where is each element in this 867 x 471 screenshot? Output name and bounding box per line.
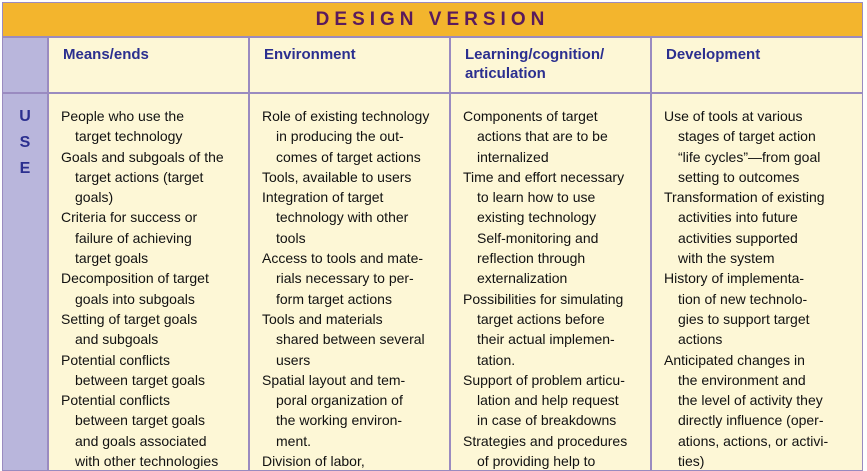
cell-text-line: rials necessary to per-	[276, 270, 414, 287]
column-header-environment: Environment	[249, 37, 450, 93]
cell-text-line: existing technology	[477, 209, 597, 226]
cell-text-line: target technology	[75, 128, 183, 145]
cell-learning: Components of target actions that are to …	[450, 93, 651, 471]
column-header-development: Development	[651, 37, 863, 93]
cell-text-line: ment.	[276, 432, 312, 449]
cell-text-line: to learn how to use	[477, 189, 596, 206]
table-title-bar: DESIGN VERSION	[2, 2, 863, 37]
corner-cell	[2, 37, 48, 93]
column-heading-line: Means/ends	[63, 46, 149, 63]
cell-text-line: actions that are to be	[477, 128, 608, 145]
column-heading-line: Learning/cognition/	[465, 46, 605, 63]
column-header-learning: Learning/cognition/ articulation	[450, 37, 651, 93]
column-header-means-ends: Means/ends	[48, 37, 249, 93]
cell-text-line: in case of breakdowns	[477, 412, 617, 429]
cell-text-line: shared between several	[276, 331, 425, 348]
cell-development: Use of tools at various stages of target …	[651, 93, 863, 471]
cell-text-line: Tools and materials	[262, 310, 383, 327]
cell-text-line: with the system	[678, 250, 775, 267]
cell-text-line: Decomposition of target	[61, 270, 209, 287]
cell-text-line: target actions before	[477, 310, 605, 327]
row-label-letter: S	[19, 134, 31, 151]
cell-text-line: Integration of target	[262, 189, 384, 206]
cell-text-line: gies to support target	[678, 310, 810, 327]
cell-text-line: the environment and	[678, 371, 806, 388]
column-heading-line: Development	[666, 46, 761, 63]
column-heading-line: articulation	[465, 65, 546, 82]
cell-text-line: “life cycles”—from goal	[678, 148, 821, 165]
cell-text-line: Possibilities for simulating	[463, 290, 624, 307]
cell-text-line: in producing the out-	[276, 128, 404, 145]
row-label-cell: U S E	[2, 93, 48, 471]
cell-text-line: form target actions	[276, 290, 392, 307]
cell-text-line: Role of existing technology	[262, 108, 430, 124]
cell-text-line: Tools, available to users	[262, 168, 412, 185]
cell-text-line: Anticipated changes in	[664, 351, 805, 368]
cell-text-line: actions	[678, 331, 723, 348]
cell-text-line: target goals	[75, 250, 149, 267]
cell-text-line: Setting of target goals	[61, 310, 198, 327]
cell-text-line: internalized	[477, 148, 549, 165]
cell-text-line: goals into subgoals	[75, 290, 195, 307]
cell-text-line: History of implementa-	[664, 270, 805, 287]
cell-text-line: setting to outcomes	[678, 168, 800, 185]
cell-text-line: Potential conflicts	[61, 392, 170, 409]
cell-text-line: ties)	[678, 453, 705, 470]
cell-text-line: activities supported	[678, 229, 798, 246]
cell-means-ends: People who use the target technology Goals…	[48, 93, 249, 471]
cell-text-line: and subgoals	[75, 331, 159, 348]
cell-text-line: tation.	[477, 351, 516, 368]
cell-text-line: Support of problem articu-	[463, 371, 625, 388]
cell-text-line: externalization	[477, 270, 568, 287]
cell-text-line: Goals and subgoals of the	[61, 148, 224, 165]
cell-text-line: tools	[276, 229, 306, 246]
cell-text-line: failure of achieving	[75, 229, 192, 246]
cell-text-line: comes of target actions	[276, 148, 421, 165]
cell-text-line: goals)	[75, 189, 114, 206]
cell-text-line: Access to tools and mate-	[262, 250, 424, 267]
design-version-table: DESIGN VERSION U S E Means/ends Environm…	[0, 0, 867, 471]
cell-text-line: Strategies and procedures	[463, 432, 628, 449]
cell-text-line: activities into future	[678, 209, 798, 226]
row-label-letter: U	[19, 108, 31, 125]
cell-text-line: between target goals	[75, 412, 205, 429]
cell-text-line: Transformation of existing	[664, 189, 825, 206]
cell-text-line: and goals associated	[75, 432, 207, 449]
cell-text-line: users	[276, 351, 311, 368]
cell-text-line: their actual implemen-	[477, 331, 615, 348]
cell-text-line: Potential conflicts	[61, 351, 170, 368]
column-heading-line: Environment	[264, 46, 356, 63]
cell-text-line: Self-monitoring and	[477, 229, 599, 246]
row-label-letter: E	[19, 160, 31, 177]
cell-text-line: tion of new technolo-	[678, 290, 808, 307]
cell-text-line: Spatial layout and tem-	[262, 371, 406, 388]
cell-text-line: Components of target	[463, 108, 598, 124]
cell-text-line: People who use the	[61, 108, 184, 124]
cell-text-line: poral organization of	[276, 392, 403, 409]
cell-text-line: Division of labor,	[262, 453, 365, 470]
cell-text-line: the working environ-	[276, 412, 403, 429]
cell-text-line: lation and help request	[477, 392, 619, 409]
cell-text-line: Criteria for success or	[61, 209, 198, 226]
cell-environment: Role of existing technology in producing …	[249, 93, 450, 471]
cell-text-line: target actions (target	[75, 168, 204, 185]
cell-text-line: Use of tools at various	[664, 108, 803, 124]
cell-text-line: technology with other	[276, 209, 409, 226]
cell-text-line: with other technologies	[75, 453, 219, 470]
cell-text-line: the level of activity they	[678, 392, 823, 409]
cell-text-line: ations, actions, or activi-	[678, 432, 829, 449]
cell-text-line: of providing help to	[477, 453, 596, 470]
row-label: U S E	[3, 104, 47, 182]
cell-text-line: directly influence (oper-	[678, 412, 824, 429]
cell-text-line: between target goals	[75, 371, 205, 388]
cell-text-line: stages of target action	[678, 128, 816, 145]
cell-text-line: reflection through	[477, 250, 586, 267]
cell-text-line: Time and effort necessary	[463, 168, 625, 185]
table-title: DESIGN VERSION	[315, 8, 550, 30]
